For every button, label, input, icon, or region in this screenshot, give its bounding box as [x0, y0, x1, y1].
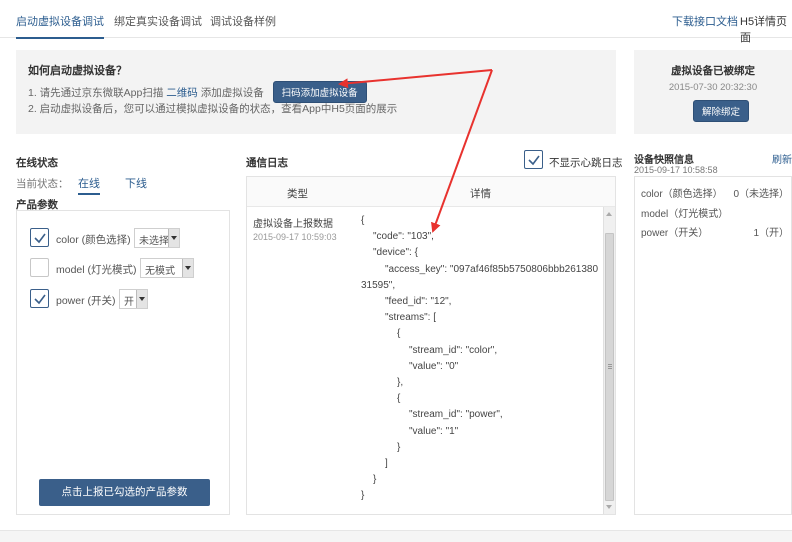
log-scrollbar[interactable]: [603, 207, 615, 514]
virtual-device-guide: 如何启动虚拟设备？ 1. 请先通过京东微联App扫描 二维码 添加虚拟设备 扫码…: [16, 50, 616, 134]
current-status-label: 当前状态：: [16, 178, 69, 190]
qrcode-link[interactable]: 二维码: [166, 87, 198, 99]
color-select[interactable]: 未选择: [134, 228, 180, 248]
json-line: "value": "1": [409, 425, 459, 437]
tab-device-samples[interactable]: 调试设备样例: [210, 13, 276, 29]
guide-step-2: 2. 启动虚拟设备后，您可以通过模拟虚拟设备的状态，查看App中H5页面的展示: [28, 103, 398, 115]
model-checkbox[interactable]: [30, 258, 49, 277]
json-line: "value": "0": [409, 360, 459, 372]
tab-virtual-device-debug[interactable]: 启动虚拟设备调试: [16, 13, 104, 39]
json-line: "device": {: [373, 247, 418, 259]
snapshot-key: power（开关）: [641, 228, 709, 239]
status-offline-option[interactable]: 下线: [125, 175, 147, 191]
check-icon: [34, 233, 46, 244]
chevron-down-icon: [136, 290, 147, 308]
model-select-value: 无模式: [145, 266, 175, 277]
unbind-button[interactable]: 解除绑定: [693, 100, 750, 122]
hide-heartbeat-checkbox[interactable]: [524, 150, 543, 169]
binding-status-box: 虚拟设备已被绑定 2015-07-30 20:32:30 解除绑定: [634, 50, 792, 134]
json-line: "code": "103",: [373, 231, 434, 243]
snapshot-key: model（灯光模式）: [641, 209, 729, 220]
device-snapshot-panel: color（颜色选择） 0（未选择） model（灯光模式） power（开关）…: [634, 176, 792, 515]
json-line: "access_key": "097af46f85b5750806bbb2613…: [385, 263, 599, 275]
h5-page-link[interactable]: H5详情页面: [740, 13, 792, 45]
grip-line: [608, 366, 612, 367]
log-col-detail: 详情: [470, 188, 491, 200]
json-line: {: [361, 215, 365, 226]
grip-line: [608, 364, 612, 365]
report-params-button[interactable]: 点击上报已勾选的产品参数: [39, 479, 210, 506]
snapshot-value: 0（未选择）: [733, 189, 789, 200]
power-checkbox[interactable]: [30, 289, 49, 308]
guide-step-1: 1. 请先通过京东微联App扫描 二维码 添加虚拟设备 扫码添加虚拟设备: [28, 81, 367, 103]
model-param-label: model (灯光模式): [56, 264, 137, 276]
power-param-label: power (开关): [56, 295, 116, 307]
grip-line: [608, 368, 612, 369]
json-line: }: [397, 441, 401, 453]
page-footer-strip: [0, 530, 792, 542]
top-tab-bar: 启动虚拟设备调试 绑定真实设备调试 调试设备样例 下载接口文档 H5详情页面: [0, 0, 792, 44]
device-snapshot-time: 2015-09-17 10:58:58: [634, 165, 718, 175]
json-line: "stream_id": "power",: [409, 409, 503, 421]
json-line: 31595",: [361, 279, 396, 291]
json-line: ]: [385, 458, 388, 469]
log-entry-time: 2015-09-17 10:59:03: [253, 232, 337, 242]
chevron-down-icon: [168, 229, 179, 247]
json-line: "stream_id": "color",: [409, 344, 498, 356]
json-line: {: [397, 393, 401, 405]
color-checkbox[interactable]: [30, 228, 49, 247]
scroll-thumb[interactable]: [605, 233, 614, 501]
snapshot-key: color（颜色选择）: [641, 189, 723, 200]
log-entry-type: 虚拟设备上报数据: [253, 219, 333, 230]
check-icon: [34, 294, 46, 305]
log-col-type: 类型: [287, 188, 308, 200]
binding-time: 2015-07-30 20:32:30: [668, 82, 758, 93]
binding-title: 虚拟设备已被绑定: [671, 65, 755, 77]
snapshot-refresh-link[interactable]: 刷新: [772, 151, 792, 166]
online-status-title: 在线状态: [16, 157, 58, 169]
power-select-value: 开: [124, 297, 134, 308]
status-online-option[interactable]: 在线: [78, 175, 100, 195]
json-line: }: [361, 490, 365, 502]
snapshot-value: 1（开）: [753, 228, 789, 239]
communication-log-title: 通信日志: [246, 157, 288, 169]
chevron-down-icon: [182, 259, 193, 277]
json-line: "feed_id": "12",: [385, 296, 452, 307]
communication-log-panel: 类型 详情 虚拟设备上报数据 2015-09-17 10:59:03 { "cod…: [246, 176, 616, 515]
device-snapshot-title: 设备快照信息: [634, 155, 694, 166]
power-select[interactable]: 开: [119, 289, 148, 309]
download-docs-link[interactable]: 下载接口文档: [672, 13, 738, 29]
color-param-label: color (颜色选择): [56, 234, 131, 246]
check-icon: [528, 155, 540, 166]
log-table-header: 类型 详情: [247, 177, 615, 207]
scroll-up-icon[interactable]: [606, 212, 612, 216]
json-line: "streams": [: [385, 312, 436, 324]
scroll-down-icon[interactable]: [606, 505, 612, 509]
guide-title: 如何启动虚拟设备？: [28, 65, 127, 77]
model-select[interactable]: 无模式: [140, 258, 194, 278]
scan-add-device-button[interactable]: 扫码添加虚拟设备: [272, 81, 367, 103]
tab-real-device-debug[interactable]: 绑定真实设备调试: [114, 13, 202, 29]
guide-step-1-prefix: 1. 请先通过京东微联App扫描: [28, 87, 164, 99]
hide-heartbeat-label[interactable]: 不显示心跳日志: [549, 155, 623, 170]
json-line: },: [397, 377, 404, 388]
json-line: {: [397, 328, 401, 340]
product-params-panel: color (颜色选择) 未选择 model (灯光模式) 无模式 power …: [16, 210, 230, 515]
json-line: }: [373, 474, 377, 486]
color-select-value: 未选择: [139, 236, 169, 247]
guide-step-1-suffix: 添加虚拟设备: [200, 87, 264, 99]
